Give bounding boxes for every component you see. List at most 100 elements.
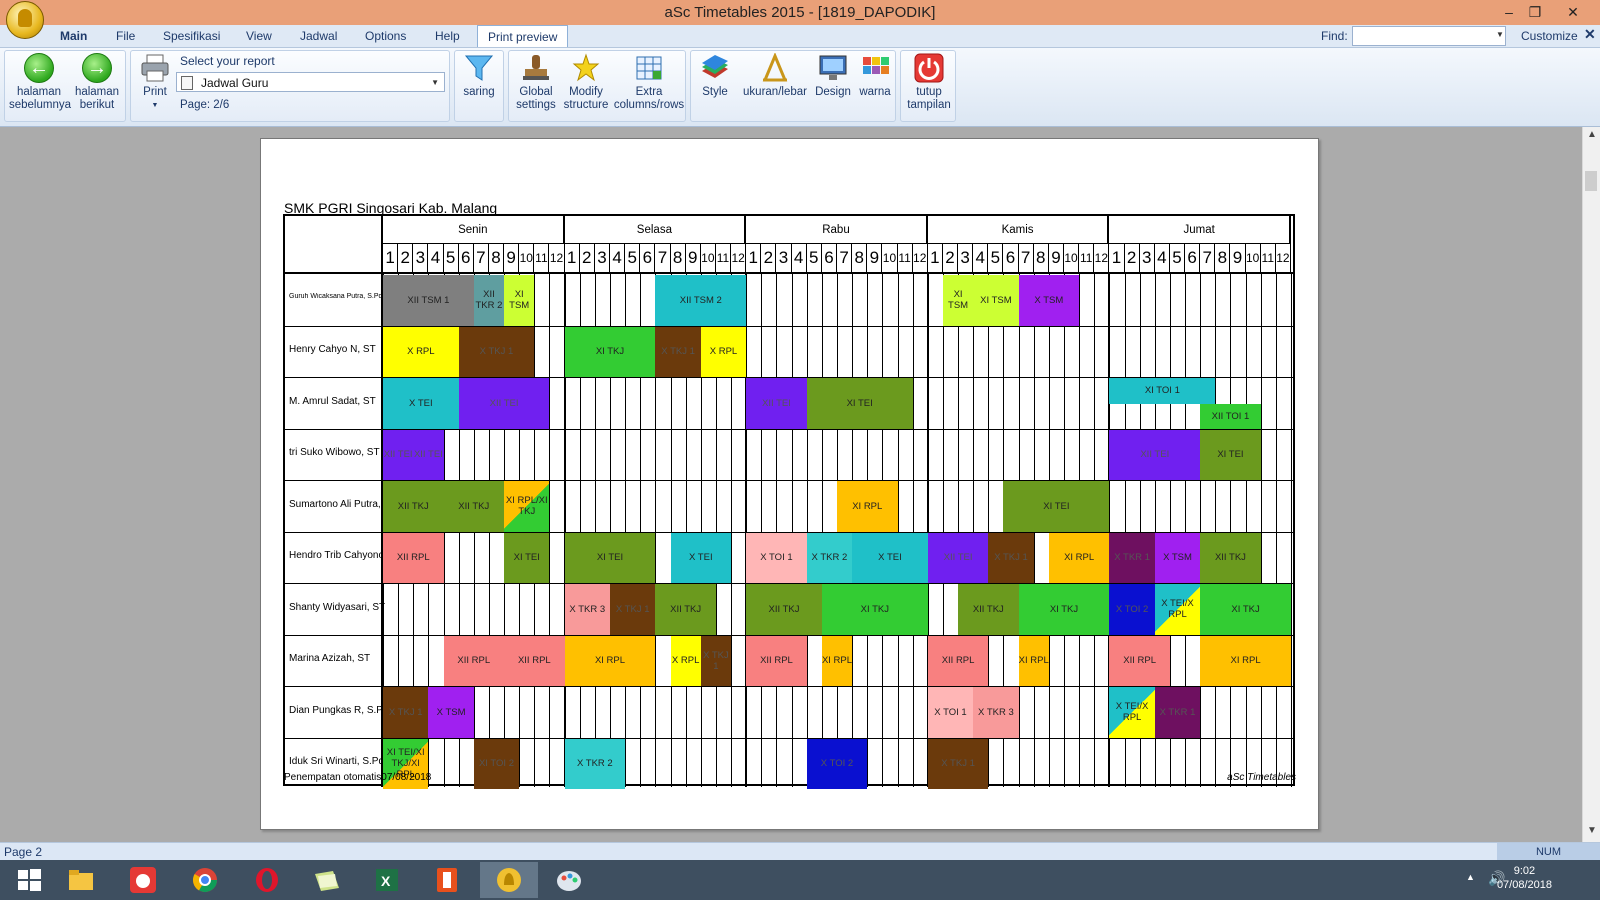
- lesson-block[interactable]: XII TEI: [413, 429, 444, 480]
- lesson-block[interactable]: X TSM: [1018, 275, 1080, 326]
- lesson-block[interactable]: X TKJ 1: [383, 687, 429, 738]
- lesson-block[interactable]: XI TOI 2: [473, 738, 520, 789]
- close-icon[interactable]: ✕: [1584, 26, 1596, 43]
- lesson-block[interactable]: XII TEI: [458, 378, 550, 429]
- taskbar-explorer[interactable]: [52, 862, 110, 898]
- close-preview-button[interactable]: tutup tampilan: [904, 53, 954, 112]
- taskbar-paint[interactable]: [540, 862, 598, 898]
- taskbar-excel[interactable]: X: [358, 862, 416, 898]
- lesson-block[interactable]: X TEI: [852, 532, 928, 583]
- chevron-down-icon[interactable]: ▼: [431, 73, 439, 93]
- taskbar-chrome[interactable]: [176, 862, 234, 898]
- lesson-block[interactable]: XII TKR 2: [473, 275, 505, 326]
- lesson-block[interactable]: X TKJ 1: [927, 738, 989, 789]
- lesson-block[interactable]: X TOI 2: [806, 738, 868, 789]
- lesson-block[interactable]: XI TEI: [504, 532, 550, 583]
- tab-print-preview[interactable]: Print preview: [477, 25, 569, 47]
- menu-options[interactable]: Options: [365, 29, 406, 43]
- lesson-block[interactable]: X TKJ 1: [988, 532, 1034, 583]
- filter-button[interactable]: saring: [459, 53, 499, 99]
- lesson-block[interactable]: XI TOI 1: [1109, 378, 1216, 404]
- lesson-block[interactable]: XII TSM 2: [655, 275, 747, 326]
- lesson-block[interactable]: X RPL: [700, 326, 747, 377]
- modify-structure-button[interactable]: Modify structure: [561, 53, 611, 112]
- lesson-block[interactable]: X TSM: [428, 687, 474, 738]
- style-button[interactable]: Style: [695, 53, 735, 99]
- scroll-thumb[interactable]: [1585, 171, 1597, 191]
- report-select[interactable]: Jadwal Guru ▼: [176, 72, 445, 92]
- lesson-block[interactable]: X TKR 3: [973, 687, 1019, 738]
- next-page-button[interactable]: → halaman berikut: [71, 53, 123, 112]
- lesson-block[interactable]: X RPL: [670, 635, 701, 686]
- lesson-block[interactable]: X TOI 2: [1109, 584, 1155, 635]
- lesson-block[interactable]: XI RPL: [1018, 635, 1049, 686]
- previous-page-button[interactable]: ← halaman sebelumnya: [9, 53, 71, 112]
- lesson-block[interactable]: XII RPL: [383, 532, 444, 583]
- lesson-block[interactable]: XII TSM 1: [383, 275, 474, 326]
- lesson-block[interactable]: XII TKJ: [443, 481, 505, 532]
- lesson-block[interactable]: XII RPL: [746, 635, 807, 686]
- lesson-block[interactable]: XI TKJ: [564, 326, 656, 377]
- menu-help[interactable]: Help: [435, 29, 460, 43]
- color-button[interactable]: warna: [855, 53, 895, 99]
- vertical-scrollbar[interactable]: ▲ ▼: [1582, 127, 1600, 842]
- app-bell-icon[interactable]: [6, 1, 44, 39]
- scroll-down-icon[interactable]: ▼: [1587, 825, 1597, 836]
- taskbar-cat-app[interactable]: [114, 862, 172, 898]
- find-input[interactable]: [1352, 26, 1506, 46]
- taskbar-opera[interactable]: [238, 862, 296, 898]
- lesson-block[interactable]: X TEI/X RPL: [1154, 584, 1201, 635]
- menu-jadwal[interactable]: Jadwal: [300, 29, 337, 43]
- lesson-block[interactable]: XII TKJ: [1200, 532, 1261, 583]
- lesson-block[interactable]: X TKJ 1: [700, 635, 732, 686]
- lesson-block[interactable]: X TKJ 1: [655, 326, 701, 377]
- lesson-block[interactable]: X TKJ 1: [610, 584, 656, 635]
- taskbar-office[interactable]: [418, 862, 476, 898]
- global-settings-button[interactable]: Global settings: [513, 53, 559, 112]
- design-button[interactable]: Design: [813, 53, 853, 99]
- lesson-block[interactable]: XI TKJ: [821, 584, 928, 635]
- lesson-block[interactable]: X TEI: [383, 378, 459, 429]
- size-width-button[interactable]: ukuran/lebar: [739, 52, 811, 99]
- lesson-block[interactable]: XI TKJ: [1200, 584, 1291, 635]
- lesson-block[interactable]: XII TKJ: [383, 481, 444, 532]
- lesson-block[interactable]: XI TEI: [564, 532, 656, 583]
- lesson-block[interactable]: XII TEI: [1109, 429, 1201, 480]
- scroll-up-icon[interactable]: ▲: [1587, 129, 1597, 140]
- tray-expand-icon[interactable]: ▲: [1466, 872, 1475, 882]
- extra-columns-button[interactable]: Extra columns/rows: [613, 53, 685, 112]
- lesson-block[interactable]: X TKR 2: [564, 738, 626, 789]
- lesson-block[interactable]: XII TEI: [927, 532, 989, 583]
- lesson-block[interactable]: XI TKJ: [1018, 584, 1110, 635]
- system-clock[interactable]: 9:02 07/08/2018: [1497, 864, 1552, 892]
- lesson-block[interactable]: XI RPL: [821, 635, 853, 686]
- lesson-block[interactable]: XII TEI: [383, 429, 414, 480]
- lesson-block[interactable]: X TKJ 1: [458, 326, 535, 377]
- lesson-block[interactable]: X TKR 1: [1109, 532, 1155, 583]
- lesson-block[interactable]: XI TEI: [1003, 481, 1110, 532]
- lesson-block[interactable]: XII RPL: [927, 635, 989, 686]
- customize-menu[interactable]: Customize: [1521, 29, 1578, 43]
- lesson-block[interactable]: XI TSM: [942, 275, 974, 326]
- start-button[interactable]: [0, 862, 58, 898]
- lesson-block[interactable]: XII RPL: [443, 635, 505, 686]
- lesson-block[interactable]: XII TKJ: [746, 584, 822, 635]
- lesson-block[interactable]: X TEI: [670, 532, 732, 583]
- lesson-block[interactable]: XI RPL: [1048, 532, 1110, 583]
- menu-file[interactable]: File: [116, 29, 135, 43]
- lesson-block[interactable]: XI TSM: [504, 275, 535, 326]
- lesson-block[interactable]: XI TSM: [973, 275, 1019, 326]
- lesson-block[interactable]: XII TKJ: [655, 584, 716, 635]
- menu-spesifikasi[interactable]: Spesifikasi: [163, 29, 220, 43]
- lesson-block[interactable]: XII RPL: [1109, 635, 1170, 686]
- lesson-block[interactable]: XI RPL/XI TKJ: [504, 481, 550, 532]
- menu-main[interactable]: Main: [60, 29, 87, 43]
- lesson-block[interactable]: XI RPL: [564, 635, 656, 686]
- lesson-block[interactable]: XI RPL: [837, 481, 898, 532]
- close-button[interactable]: ✕: [1560, 2, 1586, 22]
- lesson-block[interactable]: XII RPL: [504, 635, 565, 686]
- lesson-block[interactable]: XII TOI 1: [1200, 403, 1261, 429]
- lesson-block[interactable]: X TSM: [1154, 532, 1201, 583]
- lesson-block[interactable]: X TKR 2: [806, 532, 853, 583]
- lesson-block[interactable]: X TKR 3: [564, 584, 610, 635]
